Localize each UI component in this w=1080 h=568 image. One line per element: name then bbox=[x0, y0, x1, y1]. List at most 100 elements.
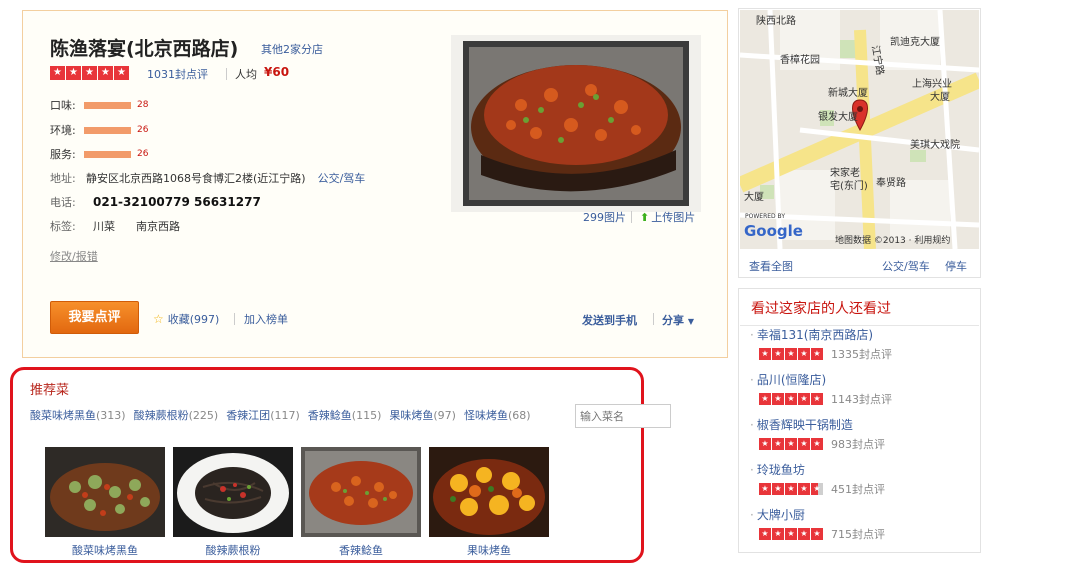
rating-stars: ★ ★ ★ ★ ★ bbox=[759, 393, 823, 405]
also-viewed-shop-link[interactable]: · 玲珑鱼坊 bbox=[750, 463, 805, 477]
star-icon: ★ bbox=[772, 438, 784, 450]
dish-photo[interactable] bbox=[45, 447, 165, 537]
shop-name: 陈渔落宴(北京西路店) bbox=[50, 38, 239, 60]
score-bar bbox=[84, 150, 131, 158]
dish-search-input[interactable] bbox=[575, 404, 671, 428]
star-icon: ★ bbox=[759, 393, 771, 405]
dish-card[interactable]: 酸菜味烤黑鱼 bbox=[45, 447, 165, 558]
star-icon: ★ bbox=[785, 483, 797, 495]
avg-price-value: ¥60 bbox=[264, 65, 290, 79]
score-label: 服务: bbox=[50, 148, 76, 161]
write-review-button[interactable]: 我要点评 bbox=[50, 301, 139, 334]
score-label: 口味: bbox=[50, 99, 76, 112]
dish-tag[interactable]: 果味烤鱼(97) bbox=[389, 407, 456, 423]
map-label: 陕西北路 bbox=[756, 14, 796, 27]
dish-photo[interactable] bbox=[301, 447, 421, 537]
address-text: 静安区北京西路1068号食博汇2楼(近江宁路) bbox=[86, 172, 306, 185]
dish-tag[interactable]: 香辣江团(117) bbox=[226, 407, 300, 423]
address-label: 地址: bbox=[50, 172, 76, 185]
dish-tag[interactable]: 怪味烤鱼(68) bbox=[464, 407, 531, 423]
caret-down-icon: ▼ bbox=[687, 317, 694, 326]
upload-arrow-icon: ⬆ bbox=[640, 210, 650, 224]
dish-tag-list: 酸菜味烤黑鱼(313) 酸辣蕨根粉(225) 香辣江团(117) 香辣鲶鱼(11… bbox=[30, 407, 531, 423]
dish-name[interactable]: 果味烤鱼 bbox=[429, 542, 549, 558]
map-label: 宋家老 bbox=[830, 166, 860, 179]
dish-card[interactable]: 香辣鲶鱼 bbox=[301, 447, 421, 558]
star-icon: ★ bbox=[772, 483, 784, 495]
half-star-icon: ★ bbox=[811, 483, 823, 495]
upload-photo-link[interactable]: ⬆ 上传图片 bbox=[640, 209, 695, 225]
map-view[interactable]: 陕西北路 江宁路 凯迪克大厦 香樟花园 上海兴业 大厦 新城大厦 银发大厦 美琪… bbox=[740, 10, 979, 249]
share-dropdown[interactable]: 分享 ▼ bbox=[662, 312, 694, 328]
upload-label: 上传图片 bbox=[651, 211, 696, 224]
star-icon: ★ bbox=[811, 528, 823, 540]
rating-stars: ★ ★ ★ ★ ★ bbox=[759, 528, 823, 540]
recommended-title: 推荐菜 bbox=[30, 383, 70, 398]
dish-tag[interactable]: 酸菜味烤黑鱼(313) bbox=[30, 407, 126, 423]
star-icon: ★ bbox=[798, 483, 810, 495]
also-viewed-title: 看过这家店的人还看过 bbox=[751, 301, 891, 317]
dish-photo[interactable] bbox=[173, 447, 293, 537]
favorite-button[interactable]: ☆ 收藏(997) bbox=[153, 311, 219, 327]
also-viewed-shop-link[interactable]: · 椒香辉映干锅制造 bbox=[750, 418, 853, 432]
tag-link[interactable]: 川菜 bbox=[93, 218, 115, 234]
map-label: 香樟花园 bbox=[780, 53, 820, 66]
dish-card[interactable]: 果味烤鱼 bbox=[429, 447, 549, 558]
star-icon: ★ bbox=[785, 528, 797, 540]
also-viewed-item: · 椒香辉映干锅制造 ★ ★ ★ ★ ★ 983封点评 bbox=[750, 416, 970, 452]
map-transit-link[interactable]: 公交/驾车 bbox=[882, 258, 930, 274]
star-icon: ★ bbox=[785, 348, 797, 360]
star-icon: ★ bbox=[50, 66, 65, 80]
also-viewed-meta: ★ ★ ★ ★ ★ 1143封点评 bbox=[750, 391, 970, 407]
score-bar bbox=[84, 126, 131, 134]
star-icon: ★ bbox=[82, 66, 97, 80]
photo-count-link[interactable]: 299图片 bbox=[583, 209, 626, 225]
dish-card[interactable]: 酸辣蕨根粉 bbox=[173, 447, 293, 558]
fruit-fish-photo bbox=[429, 447, 549, 537]
add-to-list-link[interactable]: 加入榜单 bbox=[244, 311, 288, 327]
tags-row: 标签: 川菜 南京西路 bbox=[50, 218, 194, 234]
shop-main-photo[interactable] bbox=[451, 35, 701, 212]
grilled-fish-photo bbox=[451, 35, 701, 212]
avg-price-label: 人均 bbox=[235, 68, 257, 81]
google-logo: Google bbox=[744, 222, 803, 240]
shop-rating-stars: ★ ★ ★ ★ ★ bbox=[50, 66, 129, 80]
dish-name[interactable]: 酸辣蕨根粉 bbox=[173, 542, 293, 558]
dish-photo[interactable] bbox=[429, 447, 549, 537]
other-branches-link[interactable]: 其他2家分店 bbox=[261, 41, 323, 57]
send-to-phone-link[interactable]: 发送到手机 bbox=[582, 312, 637, 328]
tags-label: 标签: bbox=[50, 220, 76, 233]
star-icon: ★ bbox=[772, 348, 784, 360]
also-viewed-shop-link[interactable]: · 幸福131(南京西路店) bbox=[750, 328, 873, 342]
parking-link[interactable]: 停车 bbox=[945, 258, 967, 274]
star-icon: ★ bbox=[798, 393, 810, 405]
review-count: 983封点评 bbox=[831, 438, 885, 451]
also-viewed-shop-link[interactable]: · 品川(恒隆店) bbox=[750, 373, 826, 387]
map-copyright: 地图数据 ©2013 · 利用规约 bbox=[835, 234, 950, 246]
star-outline-icon: ☆ bbox=[153, 312, 164, 326]
also-viewed-item: · 大牌小厨 ★ ★ ★ ★ ★ 715封点评 bbox=[750, 506, 970, 542]
recommended-dishes-section: 推荐菜 酸菜味烤黑鱼(313) 酸辣蕨根粉(225) 香辣江团(117) 香辣鲶… bbox=[10, 367, 671, 563]
view-full-map-link[interactable]: 查看全图 bbox=[749, 258, 793, 274]
divider bbox=[631, 211, 632, 223]
tag-link[interactable]: 南京西路 bbox=[136, 218, 180, 234]
dish-tag[interactable]: 香辣鲶鱼(115) bbox=[308, 407, 382, 423]
score-taste: 口味: 28 bbox=[50, 98, 148, 112]
transit-link[interactable]: 公交/驾车 bbox=[318, 170, 366, 186]
review-count: 1143封点评 bbox=[831, 393, 892, 406]
map-label: 新城大厦 bbox=[828, 86, 868, 99]
dish-name[interactable]: 香辣鲶鱼 bbox=[301, 542, 421, 558]
dish-tag[interactable]: 酸辣蕨根粉(225) bbox=[134, 407, 219, 423]
map-label: 银发大厦 bbox=[818, 110, 858, 123]
also-viewed-item: · 品川(恒隆店) ★ ★ ★ ★ ★ 1143封点评 bbox=[750, 371, 970, 407]
score-bar bbox=[84, 101, 131, 109]
also-viewed-shop-link[interactable]: · 大牌小厨 bbox=[750, 508, 805, 522]
star-icon: ★ bbox=[98, 66, 113, 80]
edit-report-link[interactable]: 修改/报错 bbox=[50, 248, 98, 264]
map-label: 奉贤路 bbox=[876, 176, 906, 189]
phone-number: 021-32100779 56631277 bbox=[93, 195, 261, 209]
divider bbox=[226, 68, 227, 80]
dish-name[interactable]: 酸菜味烤黑鱼 bbox=[45, 542, 165, 558]
review-count-link[interactable]: 1031封点评 bbox=[147, 66, 208, 82]
map-panel: 陕西北路 江宁路 凯迪克大厦 香樟花园 上海兴业 大厦 新城大厦 银发大厦 美琪… bbox=[738, 8, 981, 278]
